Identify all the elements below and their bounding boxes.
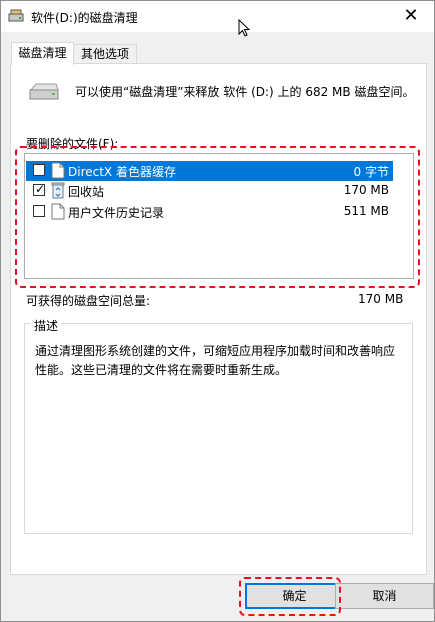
description-text: 通过清理图形系统创建的文件，可缩短应用程序加载时间和改善响应性能。这些已清理的文… (35, 344, 396, 377)
listbox-scrollbar[interactable] (396, 154, 413, 276)
disk-cleanup-window: 软件(D:)的磁盘清理 ✕ 磁盘清理 其他选项 可以使用“磁盘清理”来释放 软件… (0, 0, 435, 622)
files-to-delete-label: 要删除的文件(F): (26, 137, 119, 151)
item-size: 0 字节 (353, 165, 389, 179)
total-space-label: 可获得的磁盘空间总量: (26, 294, 151, 308)
files-listbox[interactable]: DirectX 着色器缓存 0 字节 ✓ 回收站 170 MB 用户文件历史记录… (24, 153, 414, 279)
disk-cleanup-icon (8, 9, 24, 22)
summary-text: 可以使用“磁盘清理”来释放 软件 (D:) 上的 682 MB 磁盘空间。 (75, 85, 415, 99)
mouse-cursor-icon (238, 19, 251, 37)
tab-more-options[interactable]: 其他选项 (73, 44, 137, 64)
checkbox-recycle-bin[interactable]: ✓ (33, 182, 46, 196)
description-title: 描述 (30, 317, 63, 334)
item-name: 回收站 (68, 185, 105, 199)
ok-button[interactable]: 确定 (245, 583, 344, 609)
drive-icon (29, 83, 59, 100)
recycle-bin-icon (51, 182, 65, 199)
checkbox-user-file-history[interactable] (33, 205, 45, 217)
item-size: 511 MB (343, 204, 389, 218)
list-item-user-file-history[interactable]: 用户文件历史记录 511 MB (26, 202, 393, 222)
checkmark-icon: ✓ (35, 182, 46, 196)
title-bar[interactable]: 软件(D:)的磁盘清理 ✕ (1, 1, 434, 32)
total-space-value: 170 MB (358, 292, 404, 306)
close-button[interactable]: ✕ (388, 1, 434, 32)
item-name: DirectX 着色器缓存 (68, 165, 176, 179)
tab-disk-cleanup[interactable]: 磁盘清理 (11, 42, 74, 65)
file-icon (51, 162, 65, 179)
item-size: 170 MB (343, 183, 389, 197)
list-item-directx-cache[interactable]: DirectX 着色器缓存 0 字节 (26, 161, 393, 181)
file-icon (51, 203, 65, 220)
list-item-recycle-bin[interactable]: ✓ 回收站 170 MB (26, 181, 393, 201)
item-name: 用户文件历史记录 (68, 206, 165, 220)
cancel-button[interactable]: 取消 (335, 583, 434, 609)
window-title: 软件(D:)的磁盘清理 (31, 11, 138, 25)
close-icon: ✕ (403, 5, 419, 26)
checkbox-directx-cache[interactable] (33, 164, 45, 176)
